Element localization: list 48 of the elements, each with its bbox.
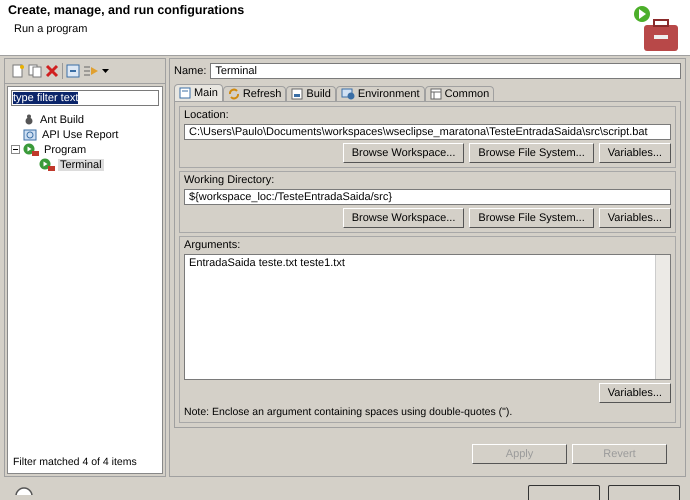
dialog-button[interactable]	[608, 485, 680, 500]
name-label: Name:	[174, 65, 206, 77]
collapse-icon[interactable]	[11, 145, 20, 154]
note-text: Note: Enclose an argument containing spaces using double-quotes (").	[184, 406, 514, 418]
tree-item[interactable]: Terminal	[58, 158, 104, 170]
group-label: Arguments:	[184, 239, 242, 251]
scrollbar[interactable]	[655, 255, 670, 379]
browse-button[interactable]: Browse File System...	[469, 208, 594, 228]
browse-button[interactable]: Variables...	[598, 383, 671, 403]
run-program-icon	[39, 158, 55, 171]
tree-item[interactable]: Ant Build	[38, 114, 86, 126]
tab[interactable]: Build	[286, 86, 336, 101]
dialog-button[interactable]	[528, 485, 600, 500]
binary-file-icon	[291, 88, 304, 100]
help-icon[interactable]	[14, 485, 34, 495]
tree-item[interactable]: API Use Report	[40, 128, 120, 140]
path-field[interactable]: C:\Users\Paulo\Documents\workspaces\wseclipse_maratona\TesteEntradaSaida\src\script.bat	[184, 124, 671, 140]
tab[interactable]: Main	[174, 84, 223, 101]
group-label: Working Directory:	[184, 174, 276, 186]
arguments-field[interactable]: EntradaSaida teste.txt teste1.txt	[184, 254, 671, 380]
table-icon	[430, 88, 442, 100]
collapse-all-icon[interactable]	[66, 64, 80, 78]
refresh-icon	[228, 88, 240, 100]
tree-item[interactable]: Program	[42, 144, 88, 156]
environment-icon	[340, 88, 355, 100]
tab[interactable]: Refresh	[222, 86, 286, 101]
run-program-icon	[23, 143, 39, 156]
browse-button[interactable]: Browse Workspace...	[342, 208, 464, 228]
filter-icon[interactable]	[83, 64, 99, 78]
name-field[interactable]: Terminal	[210, 63, 681, 79]
browse-button[interactable]: Browse Workspace...	[342, 143, 464, 163]
document-icon	[179, 87, 191, 99]
browse-button[interactable]: Variables...	[598, 143, 671, 163]
filter-status: Filter matched 4 of 4 items	[12, 456, 138, 470]
group-label: Location:	[184, 109, 230, 121]
filter-field[interactable]: type filter text	[11, 90, 159, 106]
tab[interactable]: Common	[424, 86, 494, 101]
new-file-icon[interactable]	[11, 64, 25, 78]
path-field[interactable]: ${workspace_loc:/TesteEntradaSaida/src}	[184, 189, 671, 205]
delete-icon[interactable]	[45, 64, 59, 78]
bug-icon	[23, 114, 35, 126]
dropdown-caret-icon[interactable]	[102, 69, 109, 73]
copy-icon[interactable]	[28, 64, 42, 78]
browse-button[interactable]: Browse File System...	[469, 143, 594, 163]
dialog-subtitle: Run a program	[14, 23, 88, 35]
dialog-title: Create, manage, and run configurations	[8, 3, 244, 17]
browse-button[interactable]: Variables...	[598, 208, 671, 228]
tab[interactable]: Environment	[336, 86, 425, 101]
